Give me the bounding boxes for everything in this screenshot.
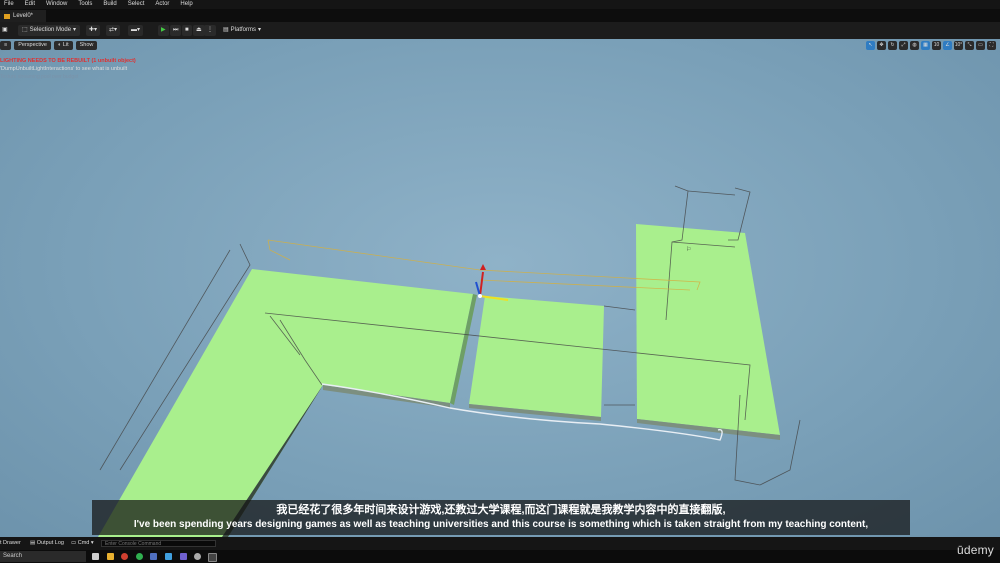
app-icon[interactable] — [165, 553, 172, 560]
browser-icon[interactable] — [121, 553, 128, 560]
save-icon[interactable]: ▣ — [2, 25, 8, 36]
lighting-warning: LIGHTING NEEDS TO BE REBUILT (1 unbuilt … — [0, 58, 136, 64]
selection-mode-icon: ⬚ — [22, 27, 28, 33]
angle-size-value[interactable]: 10° — [954, 41, 963, 50]
menu-help[interactable]: Help — [180, 0, 199, 9]
target-point-icon: ⚐ — [686, 246, 691, 253]
console-command-input[interactable]: Enter Console Command — [101, 540, 216, 547]
taskbar-search[interactable]: Search — [0, 551, 86, 562]
lit-label: Lit — [62, 42, 69, 48]
advance-frame-button[interactable]: ⏭ — [170, 25, 182, 36]
show-button[interactable]: Show — [75, 41, 98, 50]
viewport-top-left: ≡ Perspective ◐ Lit Show — [0, 41, 98, 50]
selection-mode-dropdown[interactable]: ⬚ Selection Mode ▾ — [18, 25, 81, 36]
windows-taskbar: Search — [0, 550, 1000, 563]
output-log-button[interactable]: ▤ Output Log — [30, 537, 64, 550]
stop-button[interactable]: ■ — [182, 25, 192, 36]
discord-icon[interactable] — [180, 553, 187, 560]
rotate-tool-icon[interactable]: ↻ — [888, 41, 897, 50]
select-tool-icon[interactable]: ↖ — [866, 41, 875, 50]
main-toolbar: ▣ ⬚ Selection Mode ▾ ✚▾ ⇄▾ ▬▾ ▶ ⏭ ■ ⏏ ⋮ … — [0, 22, 1000, 40]
add-content-button[interactable]: ✚▾ — [86, 25, 101, 36]
spotify-icon[interactable] — [136, 553, 143, 560]
menu-edit[interactable]: Edit — [25, 0, 42, 9]
scene-render: ⚐ — [98, 185, 801, 537]
tab-level[interactable]: Level0* — [0, 10, 46, 22]
cmd-label: Cmd — [77, 540, 90, 546]
file-explorer-icon[interactable] — [107, 553, 114, 560]
cinematics-button[interactable]: ▬▾ — [128, 25, 144, 36]
udemy-logo: ūdemy — [956, 543, 994, 557]
grid-size-value[interactable]: 10 — [932, 41, 941, 50]
unreal-icon[interactable] — [208, 553, 217, 562]
level-icon — [4, 13, 10, 19]
output-log-label: Output Log — [36, 540, 64, 546]
selection-mode-label: Selection Mode — [29, 27, 72, 33]
menu-window[interactable]: Window — [46, 0, 74, 9]
video-subtitle: 我已经花了很多年时间来设计游戏,还教过大学课程,而这门课程就是我教学内容中的直接… — [92, 500, 910, 535]
menu-bar: File Edit Window Tools Build Select Acto… — [0, 0, 1000, 9]
more-button[interactable]: ⋮ — [204, 25, 216, 36]
subtitle-chinese: 我已经花了很多年时间来设计游戏,还教过大学课程,而这门课程就是我教学内容中的直接… — [276, 504, 726, 516]
console-hint: 'DumpUnbuiltLightInteractions' to see wh… — [0, 66, 128, 72]
platforms-icon: ▤ — [223, 27, 229, 33]
scale-snap-icon[interactable]: ⤡ — [965, 41, 974, 50]
faded-note: Texture streaming pool over budget — [0, 74, 79, 80]
angle-snap-icon[interactable]: ∠ — [943, 41, 952, 50]
menu-build[interactable]: Build — [103, 0, 123, 9]
platforms-dropdown[interactable]: ▤ Platforms ▾ — [223, 25, 261, 36]
perspective-button[interactable]: Perspective — [14, 41, 51, 50]
steam-icon[interactable] — [150, 553, 157, 560]
menu-tools[interactable]: Tools — [78, 0, 99, 9]
viewport-options-button[interactable]: ≡ — [0, 41, 12, 50]
menu-select[interactable]: Select — [128, 0, 152, 9]
grid-snap-icon[interactable]: ▦ — [921, 41, 930, 50]
tab-bar: Level0* — [0, 9, 1000, 22]
platform-right — [636, 224, 780, 435]
cmd-dropdown[interactable]: ▭ Cmd ▾ — [71, 537, 94, 550]
platforms-label: Platforms — [230, 27, 257, 33]
tab-level-label: Level0* — [13, 13, 34, 19]
camera-speed-icon[interactable]: ▭ — [976, 41, 985, 50]
blueprint-button[interactable]: ⇄▾ — [106, 25, 121, 36]
subtitle-english: I've been spending years designing games… — [133, 519, 869, 530]
maximize-viewport-icon[interactable]: ⛶ — [987, 41, 996, 50]
level-viewport[interactable]: ⚐ ≡ Perspective ◐ Lit Show LIGHTING NEED… — [0, 39, 1000, 537]
play-button[interactable]: ▶ — [158, 25, 169, 36]
chevron-down-icon: ▾ — [73, 27, 77, 33]
lit-button[interactable]: ◐ Lit — [53, 41, 73, 50]
transform-gizmo[interactable] — [475, 264, 509, 301]
scale-tool-icon[interactable]: ⤢ — [899, 41, 908, 50]
move-tool-icon[interactable]: ✥ — [877, 41, 886, 50]
task-view-icon[interactable] — [92, 553, 99, 560]
platform-middle — [469, 296, 604, 417]
content-drawer-button[interactable]: t Drawer — [0, 537, 21, 550]
world-space-icon[interactable]: ◍ — [910, 41, 919, 50]
chevron-down-icon: ▾ — [258, 27, 262, 33]
menu-file[interactable]: File — [4, 0, 21, 9]
viewport-transform-tools: ↖ ✥ ↻ ⤢ ◍ ▦ 10 ∠ 10° ⤡ ▭ ⛶ — [866, 41, 996, 50]
obs-icon[interactable] — [194, 553, 201, 560]
menu-actor[interactable]: Actor — [155, 0, 176, 9]
eject-button[interactable]: ⏏ — [193, 25, 205, 36]
bottom-panel: t Drawer ▤ Output Log ▭ Cmd ▾ Enter Cons… — [0, 537, 1000, 550]
